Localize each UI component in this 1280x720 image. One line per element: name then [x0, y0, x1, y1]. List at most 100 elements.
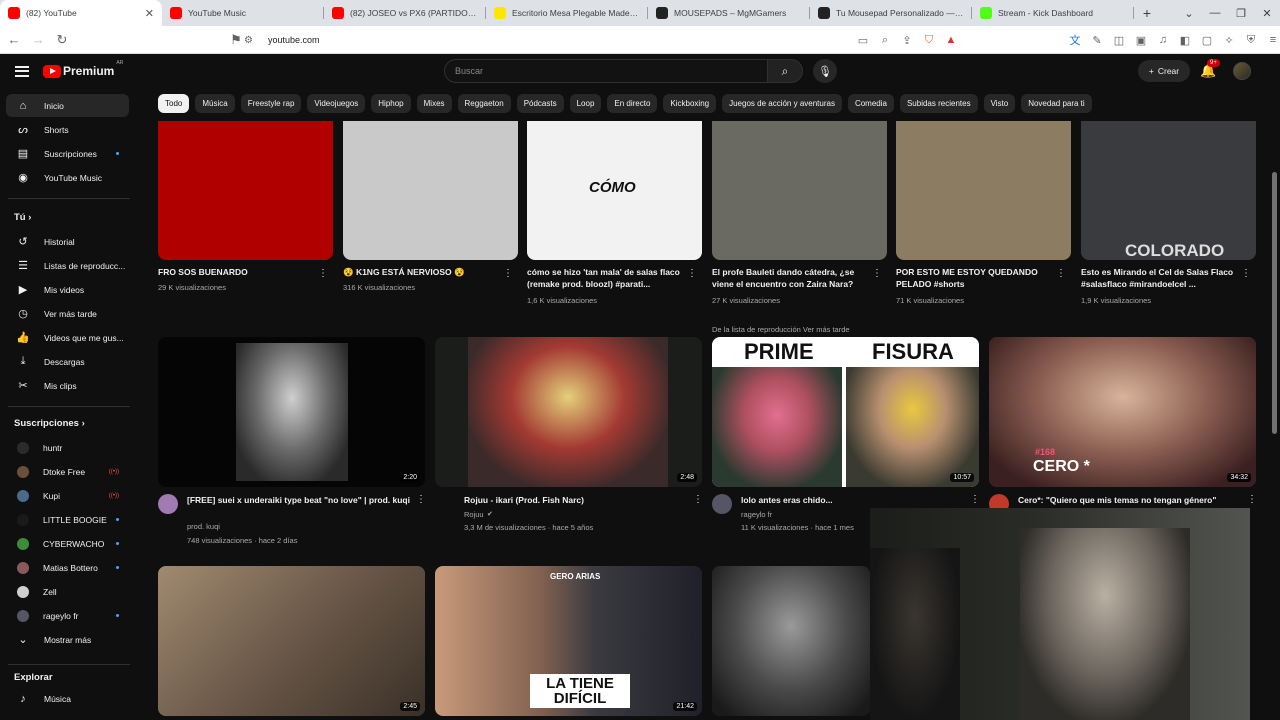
- brave-shield-icon[interactable]: ⛉: [918, 34, 940, 47]
- more-options-icon[interactable]: ⋮: [687, 268, 697, 279]
- chip-reggaeton[interactable]: Reggaeton: [457, 94, 511, 113]
- video-thumbnail[interactable]: #168 CERO * 34:32: [989, 337, 1256, 487]
- channel-avatar[interactable]: [158, 494, 178, 514]
- chip-comedia[interactable]: Comedia: [847, 94, 894, 113]
- sidebar-item-subscription[interactable]: rageylo fr: [6, 604, 129, 627]
- channel-name[interactable]: Rojuu: [464, 508, 484, 521]
- browser-tab[interactable]: (82) YouTube ✕: [0, 0, 162, 26]
- create-button[interactable]: + Crear: [1138, 60, 1190, 82]
- video-thumbnail[interactable]: 2:20: [158, 337, 425, 487]
- chip-música[interactable]: Música: [195, 94, 235, 113]
- video-thumbnail[interactable]: PRIME FISURA 10:57: [712, 337, 979, 487]
- video-thumbnail[interactable]: 2:45: [158, 566, 425, 716]
- channel-avatar[interactable]: [712, 494, 732, 514]
- tab-search-icon[interactable]: ⌄: [1176, 0, 1202, 26]
- short-thumbnail[interactable]: [896, 121, 1071, 260]
- share-icon[interactable]: ⇪: [896, 34, 918, 47]
- sidebar-item-my-videos[interactable]: ▶ Mis videos: [6, 278, 129, 301]
- forward-button[interactable]: →: [28, 30, 48, 50]
- chip-loop[interactable]: Loop: [569, 94, 602, 113]
- chip-visto[interactable]: Visto: [983, 94, 1016, 113]
- browser-tab[interactable]: Tu Mousepad Personalizado — MGM: [810, 0, 972, 26]
- search-button[interactable]: ⌕: [767, 59, 803, 83]
- minimize-button[interactable]: —: [1202, 0, 1228, 26]
- more-options-icon[interactable]: ⋮: [1247, 494, 1257, 505]
- rewards-icon[interactable]: ▲: [940, 34, 962, 46]
- video-thumbnail[interactable]: 2:48: [435, 337, 702, 487]
- chip-hiphop[interactable]: Hiphop: [371, 94, 411, 113]
- youtube-logo[interactable]: Premium AR: [43, 60, 123, 78]
- short-thumbnail[interactable]: COLORADO: [1081, 121, 1256, 260]
- browser-tab[interactable]: (82) JOSEO vs PX6 (PARTIDO COMPLETO): [324, 0, 486, 26]
- vpn-icon[interactable]: ⛨: [1240, 34, 1262, 47]
- video-thumbnail[interactable]: [712, 566, 870, 716]
- chip-subidas-recientes[interactable]: Subidas recientes: [899, 94, 978, 113]
- zoom-icon[interactable]: ⌕: [874, 34, 896, 47]
- chip-en-directo[interactable]: En directo: [607, 94, 658, 113]
- sidebar-item-subscription[interactable]: huntr: [6, 436, 129, 459]
- extension-icon[interactable]: ✎: [1086, 34, 1108, 47]
- short-title[interactable]: POR ESTO ME ESTOY QUEDANDO PELADO #short…: [896, 266, 1056, 290]
- short-title[interactable]: cómo se hizo 'tan mala' de salas flaco (…: [527, 266, 687, 290]
- more-options-icon[interactable]: ⋮: [416, 494, 426, 505]
- url-field[interactable]: ⚙ youtube.com: [244, 30, 958, 50]
- more-options-icon[interactable]: ⋮: [503, 268, 513, 279]
- video-title[interactable]: [FREE] suei x underaiki type beat "no lo…: [187, 494, 412, 520]
- sidebar-heading-you[interactable]: Tú ›: [14, 212, 31, 223]
- short-thumbnail[interactable]: [343, 121, 518, 260]
- channel-name[interactable]: prod. kuqi: [187, 520, 220, 533]
- video-title[interactable]: Rojuu - ikari (Prod. Fish Narc): [464, 494, 689, 520]
- chip-freestyle-rap[interactable]: Freestyle rap: [240, 94, 302, 113]
- sidebar-item-watch-later[interactable]: ◷ Ver más tarde: [6, 302, 129, 325]
- chip-novedad-para-ti[interactable]: Novedad para ti: [1021, 94, 1092, 113]
- chip-juegos-de-acción-y-aventuras[interactable]: Juegos de acción y aventuras: [722, 94, 842, 113]
- chip-kickboxing[interactable]: Kickboxing: [663, 94, 717, 113]
- browser-tab[interactable]: Escritorio Mesa Plegable Madera Hierro: [486, 0, 648, 26]
- reload-button[interactable]: ↻: [52, 30, 72, 50]
- media-icon[interactable]: ♫: [1152, 34, 1174, 46]
- short-thumbnail[interactable]: CÓMO: [527, 121, 702, 260]
- bookmark-icon[interactable]: ⚑: [226, 30, 246, 50]
- sidebar-item-subscription[interactable]: Dtoke Free ((•)): [6, 460, 129, 483]
- close-tab-icon[interactable]: ✕: [145, 7, 154, 20]
- menu-icon[interactable]: ≡: [1262, 34, 1280, 46]
- more-options-icon[interactable]: ⋮: [1056, 268, 1066, 279]
- sidebar-item-inicio[interactable]: ⌂ Inicio: [6, 94, 129, 117]
- sidebar-item-subscription[interactable]: Kupi ((•)): [6, 484, 129, 507]
- sidebar-item-liked[interactable]: 👍 Videos que me gus...: [6, 326, 129, 349]
- scrollbar[interactable]: [1271, 88, 1278, 720]
- back-button[interactable]: ←: [4, 30, 24, 50]
- more-options-icon[interactable]: ⋮: [970, 494, 980, 505]
- extension-icon[interactable]: ▣: [1130, 34, 1152, 47]
- extension-icon[interactable]: ◫: [1108, 34, 1130, 47]
- account-avatar[interactable]: [1233, 62, 1251, 80]
- voice-search-button[interactable]: 🎙: [813, 59, 837, 83]
- chip-videojuegos[interactable]: Videojuegos: [307, 94, 366, 113]
- sidebar-item-subscription[interactable]: Zell: [6, 580, 129, 603]
- browser-tab[interactable]: YouTube Music: [162, 0, 324, 26]
- short-title[interactable]: Esto es Mirando el Cel de Salas Flaco #s…: [1081, 266, 1241, 290]
- search-input[interactable]: Buscar: [444, 59, 768, 83]
- video-thumbnail[interactable]: GERO ARIAS LA TIENE DIFÍCIL 21:42: [435, 566, 702, 716]
- new-tab-button[interactable]: +: [1134, 0, 1160, 26]
- chip-pódcasts[interactable]: Pódcasts: [516, 94, 564, 113]
- sidebar-item-subscription[interactable]: Matias Bottero: [6, 556, 129, 579]
- sidebar-item-subscription[interactable]: LITTLE BOOGIE: [6, 508, 129, 531]
- sidebar-item-clips[interactable]: ✂ Mis clips: [6, 374, 129, 397]
- sidebar-item-music[interactable]: ♪ Música: [6, 687, 129, 710]
- sidebar-item-history[interactable]: ↺ Historial: [6, 230, 129, 253]
- more-options-icon[interactable]: ⋮: [318, 268, 328, 279]
- translate-icon[interactable]: 文: [1064, 32, 1086, 48]
- sidebar-toggle-icon[interactable]: ◧: [1174, 34, 1196, 47]
- wallet-icon[interactable]: ▢: [1196, 34, 1218, 47]
- close-window-button[interactable]: ✕: [1254, 0, 1280, 26]
- short-thumbnail[interactable]: [712, 121, 887, 260]
- sidebar-item-shorts[interactable]: ᔕ Shorts: [6, 118, 129, 141]
- show-more-button[interactable]: ⌄ Mostrar más: [6, 628, 129, 651]
- sidebar-item-subscription[interactable]: CYBERWACHO: [6, 532, 129, 555]
- more-options-icon[interactable]: ⋮: [1241, 268, 1251, 279]
- chip-todo[interactable]: Todo: [158, 94, 190, 113]
- browser-tab[interactable]: Stream - Kick Dashboard: [972, 0, 1134, 26]
- channel-name[interactable]: rageylo fr: [741, 508, 772, 521]
- browser-tab[interactable]: MOUSEPADS – MgMGamers: [648, 0, 810, 26]
